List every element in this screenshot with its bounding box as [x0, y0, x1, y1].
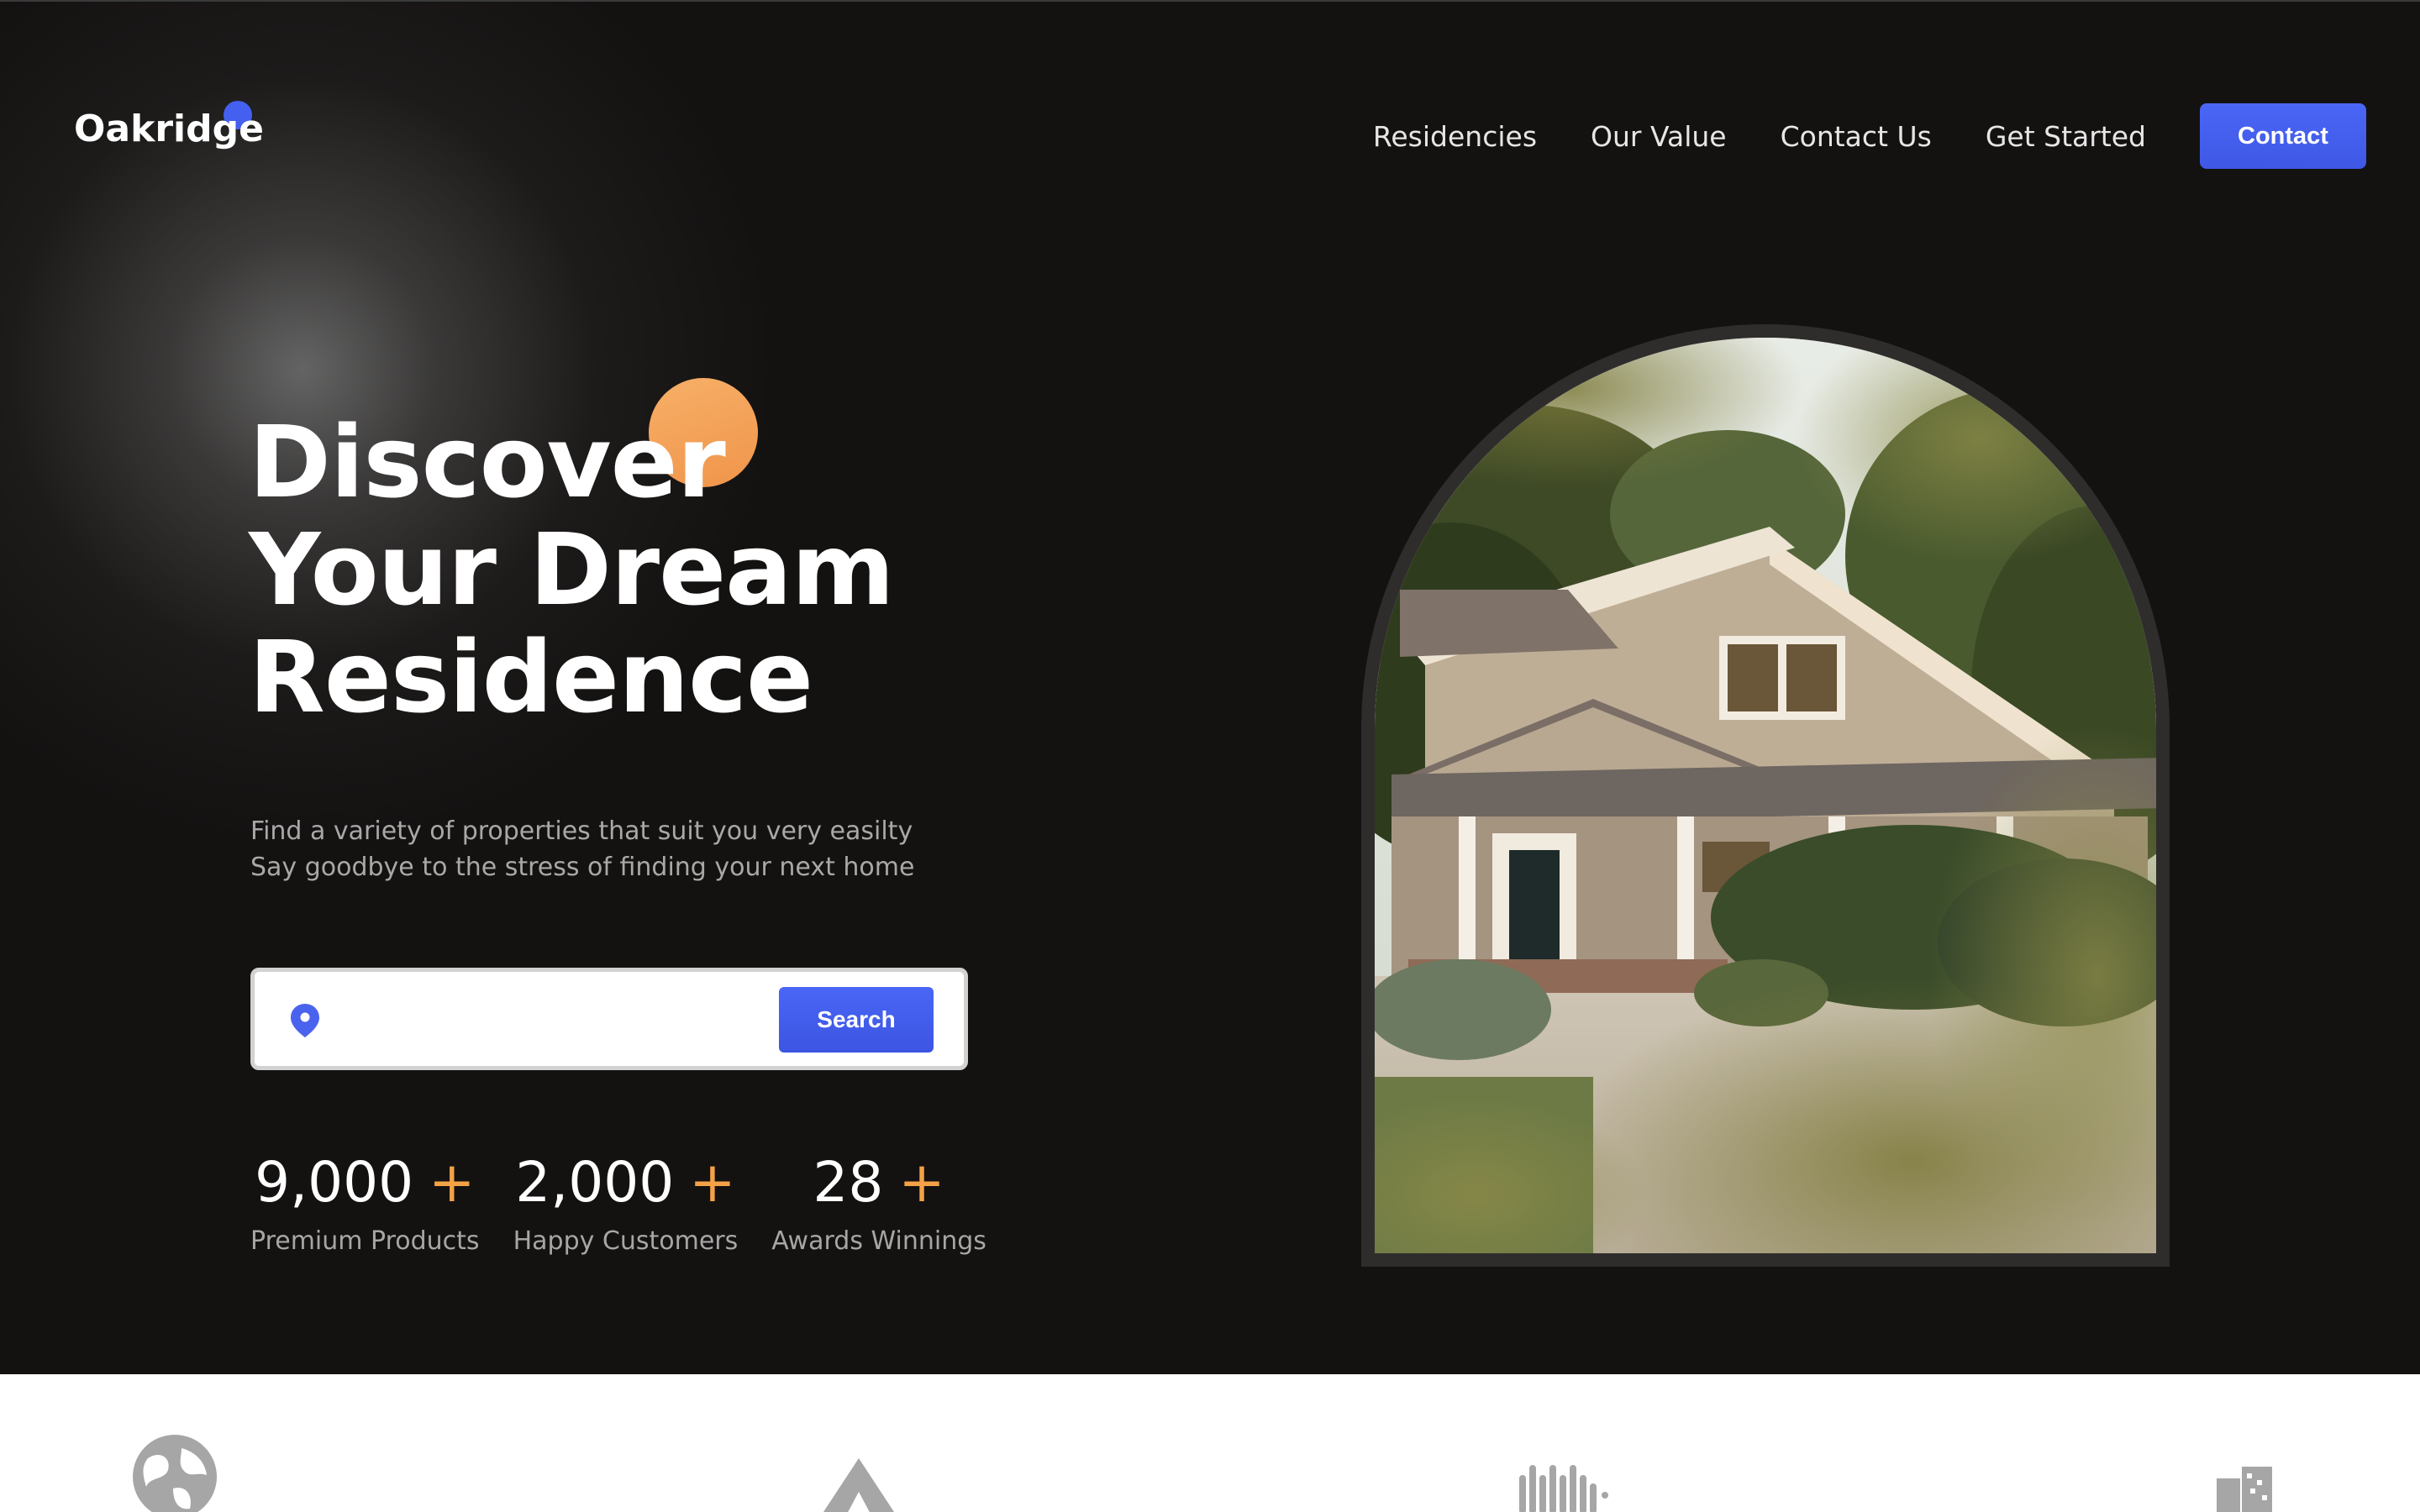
hero-title-line: Discover	[249, 404, 726, 520]
hero-subtitle-line: Find a variety of properties that suit y…	[250, 816, 913, 846]
brand-logo[interactable]: Oakridge	[74, 101, 264, 150]
plus-sign: +	[689, 1150, 736, 1215]
contact-button[interactable]: Contact	[2200, 103, 2366, 169]
nav-link-our-value[interactable]: Our Value	[1591, 120, 1727, 153]
building-logo-icon	[2217, 1467, 2272, 1512]
search-input[interactable]	[339, 990, 759, 1049]
hero-section: Oakridge Residencies Our Value Contact U…	[0, 0, 2420, 1374]
hero-title-line: Your Dream	[249, 512, 895, 627]
plus-sign: +	[429, 1150, 476, 1215]
stat-awards-winnings: 28 + Awards Winnings	[771, 1149, 986, 1256]
stat-value: 28 +	[813, 1150, 945, 1215]
stat-happy-customers: 2,000 + Happy Customers	[513, 1149, 739, 1256]
hero-subtitle-line: Say goodbye to the stress of finding you…	[250, 853, 915, 882]
main-nav: Residencies Our Value Contact Us Get Sta…	[1373, 103, 2420, 169]
globe-logo-icon	[133, 1435, 217, 1512]
stat-value: 2,000 +	[515, 1150, 736, 1215]
brand-name: Oakridge	[74, 108, 264, 150]
hero-subtitle: Find a variety of properties that suit y…	[250, 813, 914, 885]
stat-label: Awards Winnings	[771, 1226, 986, 1256]
stat-label: Premium Products	[250, 1226, 480, 1256]
nav-link-residencies[interactable]: Residencies	[1373, 120, 1537, 153]
location-pin-icon	[291, 1004, 319, 1037]
nav-link-get-started[interactable]: Get Started	[1986, 120, 2146, 153]
nav-link-contact-us[interactable]: Contact Us	[1781, 120, 1932, 153]
wave-logo-icon	[1519, 1465, 1608, 1512]
house-illustration	[1375, 338, 2156, 1253]
stat-premium-products: 9,000 + Premium Products	[250, 1149, 480, 1256]
hero-title-line: Residence	[249, 619, 813, 735]
search-bar: Search	[250, 968, 968, 1070]
plus-sign: +	[898, 1150, 945, 1215]
partner-logos-strip	[0, 1374, 2420, 1512]
stat-label: Happy Customers	[513, 1226, 739, 1256]
hero-title: Discover Your Dream Residence	[249, 404, 895, 735]
stats-row: 9,000 + Premium Products 2,000 + Happy Cus…	[250, 1149, 1020, 1256]
stat-value: 9,000 +	[255, 1150, 476, 1215]
search-button[interactable]: Search	[779, 987, 934, 1053]
hero-house-image	[1375, 338, 2156, 1253]
top-border	[0, 0, 2420, 2]
triangle-logo-icon	[823, 1458, 895, 1512]
